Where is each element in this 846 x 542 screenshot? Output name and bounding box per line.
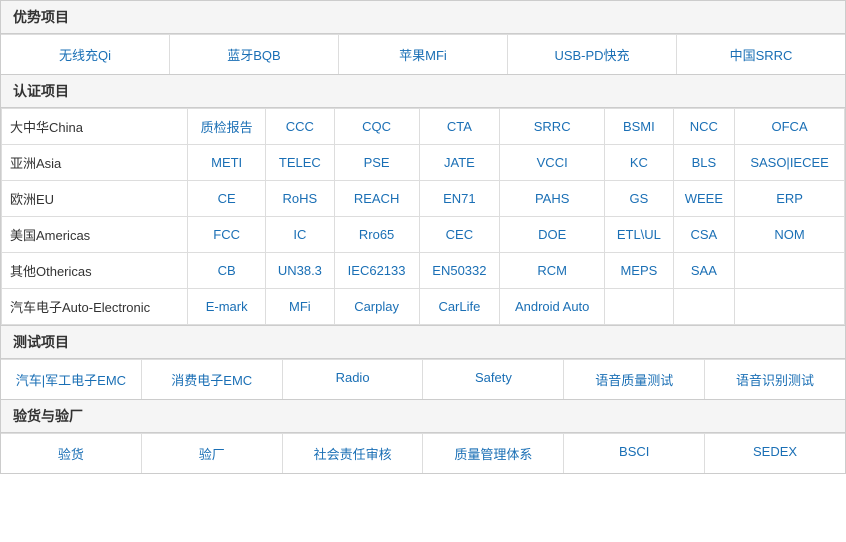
inspection-item[interactable]: 质量管理体系: [423, 434, 564, 473]
cert-item[interactable]: PAHS: [500, 181, 605, 217]
cert-item[interactable]: DOE: [500, 217, 605, 253]
inspection-item[interactable]: SEDEX: [705, 434, 845, 473]
cert-item[interactable]: IEC62133: [334, 253, 419, 289]
testing-row: 汽车|军工电子EMC消费电子EMCRadioSafety语音质量测试语音识别测试: [1, 359, 845, 399]
cert-item[interactable]: CarLife: [419, 289, 500, 325]
cert-row-label: 美国Americas: [2, 217, 188, 253]
inspection-item[interactable]: 社会责任审核: [283, 434, 424, 473]
cert-item[interactable]: EN71: [419, 181, 500, 217]
cert-item[interactable]: BSMI: [605, 109, 673, 145]
cert-item[interactable]: OFCA: [735, 109, 845, 145]
advantage-item[interactable]: USB-PD快充: [508, 35, 677, 74]
cert-item[interactable]: UN38.3: [266, 253, 334, 289]
advantage-item[interactable]: 苹果MFi: [339, 35, 508, 74]
cert-row: 其他OthericasCBUN38.3IEC62133EN50332RCMMEP…: [2, 253, 845, 289]
cert-item[interactable]: NOM: [735, 217, 845, 253]
cert-item[interactable]: SRRC: [500, 109, 605, 145]
advantage-item[interactable]: 无线充Qi: [1, 35, 170, 74]
cert-item[interactable]: VCCI: [500, 145, 605, 181]
cert-item[interactable]: KC: [605, 145, 673, 181]
test-item[interactable]: 汽车|军工电子EMC: [1, 360, 142, 399]
cert-item[interactable]: EN50332: [419, 253, 500, 289]
advantage-row: 无线充Qi蓝牙BQB苹果MFiUSB-PD快充中国SRRC: [1, 34, 845, 74]
cert-item[interactable]: SASO|IECEE: [735, 145, 845, 181]
cert-item[interactable]: Carplay: [334, 289, 419, 325]
cert-row-label: 欧洲EU: [2, 181, 188, 217]
cert-row: 欧洲EUCERoHSREACHEN71PAHSGSWEEEERP: [2, 181, 845, 217]
cert-item: [735, 253, 845, 289]
advantage-item[interactable]: 中国SRRC: [677, 35, 845, 74]
cert-item[interactable]: Android Auto: [500, 289, 605, 325]
testing-section: 测试项目 汽车|军工电子EMC消费电子EMCRadioSafety语音质量测试语…: [0, 326, 846, 400]
cert-item[interactable]: RoHS: [266, 181, 334, 217]
test-item[interactable]: Safety: [423, 360, 564, 399]
cert-item[interactable]: MFi: [266, 289, 334, 325]
cert-item[interactable]: TELEC: [266, 145, 334, 181]
inspection-section: 验货与验厂 验货验厂社会责任审核质量管理体系BSCISEDEX: [0, 400, 846, 474]
advantage-title: 优势项目: [1, 1, 845, 34]
cert-row-label: 大中华China: [2, 109, 188, 145]
certification-body: 大中华China质检报告CCCCQCCTASRRCBSMINCCOFCA亚洲As…: [1, 108, 845, 325]
cert-item[interactable]: CEC: [419, 217, 500, 253]
cert-row: 大中华China质检报告CCCCQCCTASRRCBSMINCCOFCA: [2, 109, 845, 145]
cert-row-label: 汽车电子Auto-Electronic: [2, 289, 188, 325]
test-item[interactable]: 语音质量测试: [564, 360, 705, 399]
cert-item[interactable]: REACH: [334, 181, 419, 217]
cert-item[interactable]: CQC: [334, 109, 419, 145]
cert-item[interactable]: ERP: [735, 181, 845, 217]
cert-item[interactable]: RCM: [500, 253, 605, 289]
cert-item[interactable]: GS: [605, 181, 673, 217]
cert-item[interactable]: FCC: [188, 217, 266, 253]
inspection-title: 验货与验厂: [1, 400, 845, 433]
cert-item: [605, 289, 673, 325]
test-item[interactable]: 消费电子EMC: [142, 360, 283, 399]
cert-item[interactable]: 质检报告: [188, 109, 266, 145]
cert-item: [673, 289, 735, 325]
cert-row: 亚洲AsiaMETITELECPSEJATEVCCIKCBLSSASO|IECE…: [2, 145, 845, 181]
cert-item[interactable]: CSA: [673, 217, 735, 253]
cert-item[interactable]: WEEE: [673, 181, 735, 217]
advantage-body: 无线充Qi蓝牙BQB苹果MFiUSB-PD快充中国SRRC: [1, 34, 845, 74]
testing-title: 测试项目: [1, 326, 845, 359]
cert-item[interactable]: PSE: [334, 145, 419, 181]
cert-row: 美国AmericasFCCICRro65CECDOEETL\ULCSANOM: [2, 217, 845, 253]
cert-item[interactable]: CCC: [266, 109, 334, 145]
inspection-item[interactable]: 验厂: [142, 434, 283, 473]
inspection-body: 验货验厂社会责任审核质量管理体系BSCISEDEX: [1, 433, 845, 473]
cert-item[interactable]: Rro65: [334, 217, 419, 253]
advantage-item[interactable]: 蓝牙BQB: [170, 35, 339, 74]
advantage-section: 优势项目 无线充Qi蓝牙BQB苹果MFiUSB-PD快充中国SRRC: [0, 0, 846, 75]
inspection-item[interactable]: 验货: [1, 434, 142, 473]
cert-row-label: 其他Othericas: [2, 253, 188, 289]
cert-item[interactable]: E-mark: [188, 289, 266, 325]
certification-title: 认证项目: [1, 75, 845, 108]
cert-item[interactable]: ETL\UL: [605, 217, 673, 253]
cert-item[interactable]: CB: [188, 253, 266, 289]
cert-item[interactable]: BLS: [673, 145, 735, 181]
cert-item[interactable]: CTA: [419, 109, 500, 145]
test-item[interactable]: 语音识别测试: [705, 360, 845, 399]
test-item[interactable]: Radio: [283, 360, 424, 399]
cert-row-label: 亚洲Asia: [2, 145, 188, 181]
cert-item[interactable]: JATE: [419, 145, 500, 181]
inspection-row: 验货验厂社会责任审核质量管理体系BSCISEDEX: [1, 433, 845, 473]
cert-item[interactable]: CE: [188, 181, 266, 217]
inspection-item[interactable]: BSCI: [564, 434, 705, 473]
testing-body: 汽车|军工电子EMC消费电子EMCRadioSafety语音质量测试语音识别测试: [1, 359, 845, 399]
cert-item[interactable]: METI: [188, 145, 266, 181]
cert-item[interactable]: MEPS: [605, 253, 673, 289]
cert-row: 汽车电子Auto-ElectronicE-markMFiCarplayCarLi…: [2, 289, 845, 325]
cert-item[interactable]: SAA: [673, 253, 735, 289]
certification-section: 认证项目 大中华China质检报告CCCCQCCTASRRCBSMINCCOFC…: [0, 75, 846, 326]
cert-item: [735, 289, 845, 325]
cert-item[interactable]: NCC: [673, 109, 735, 145]
certification-table: 大中华China质检报告CCCCQCCTASRRCBSMINCCOFCA亚洲As…: [1, 108, 845, 325]
cert-item[interactable]: IC: [266, 217, 334, 253]
